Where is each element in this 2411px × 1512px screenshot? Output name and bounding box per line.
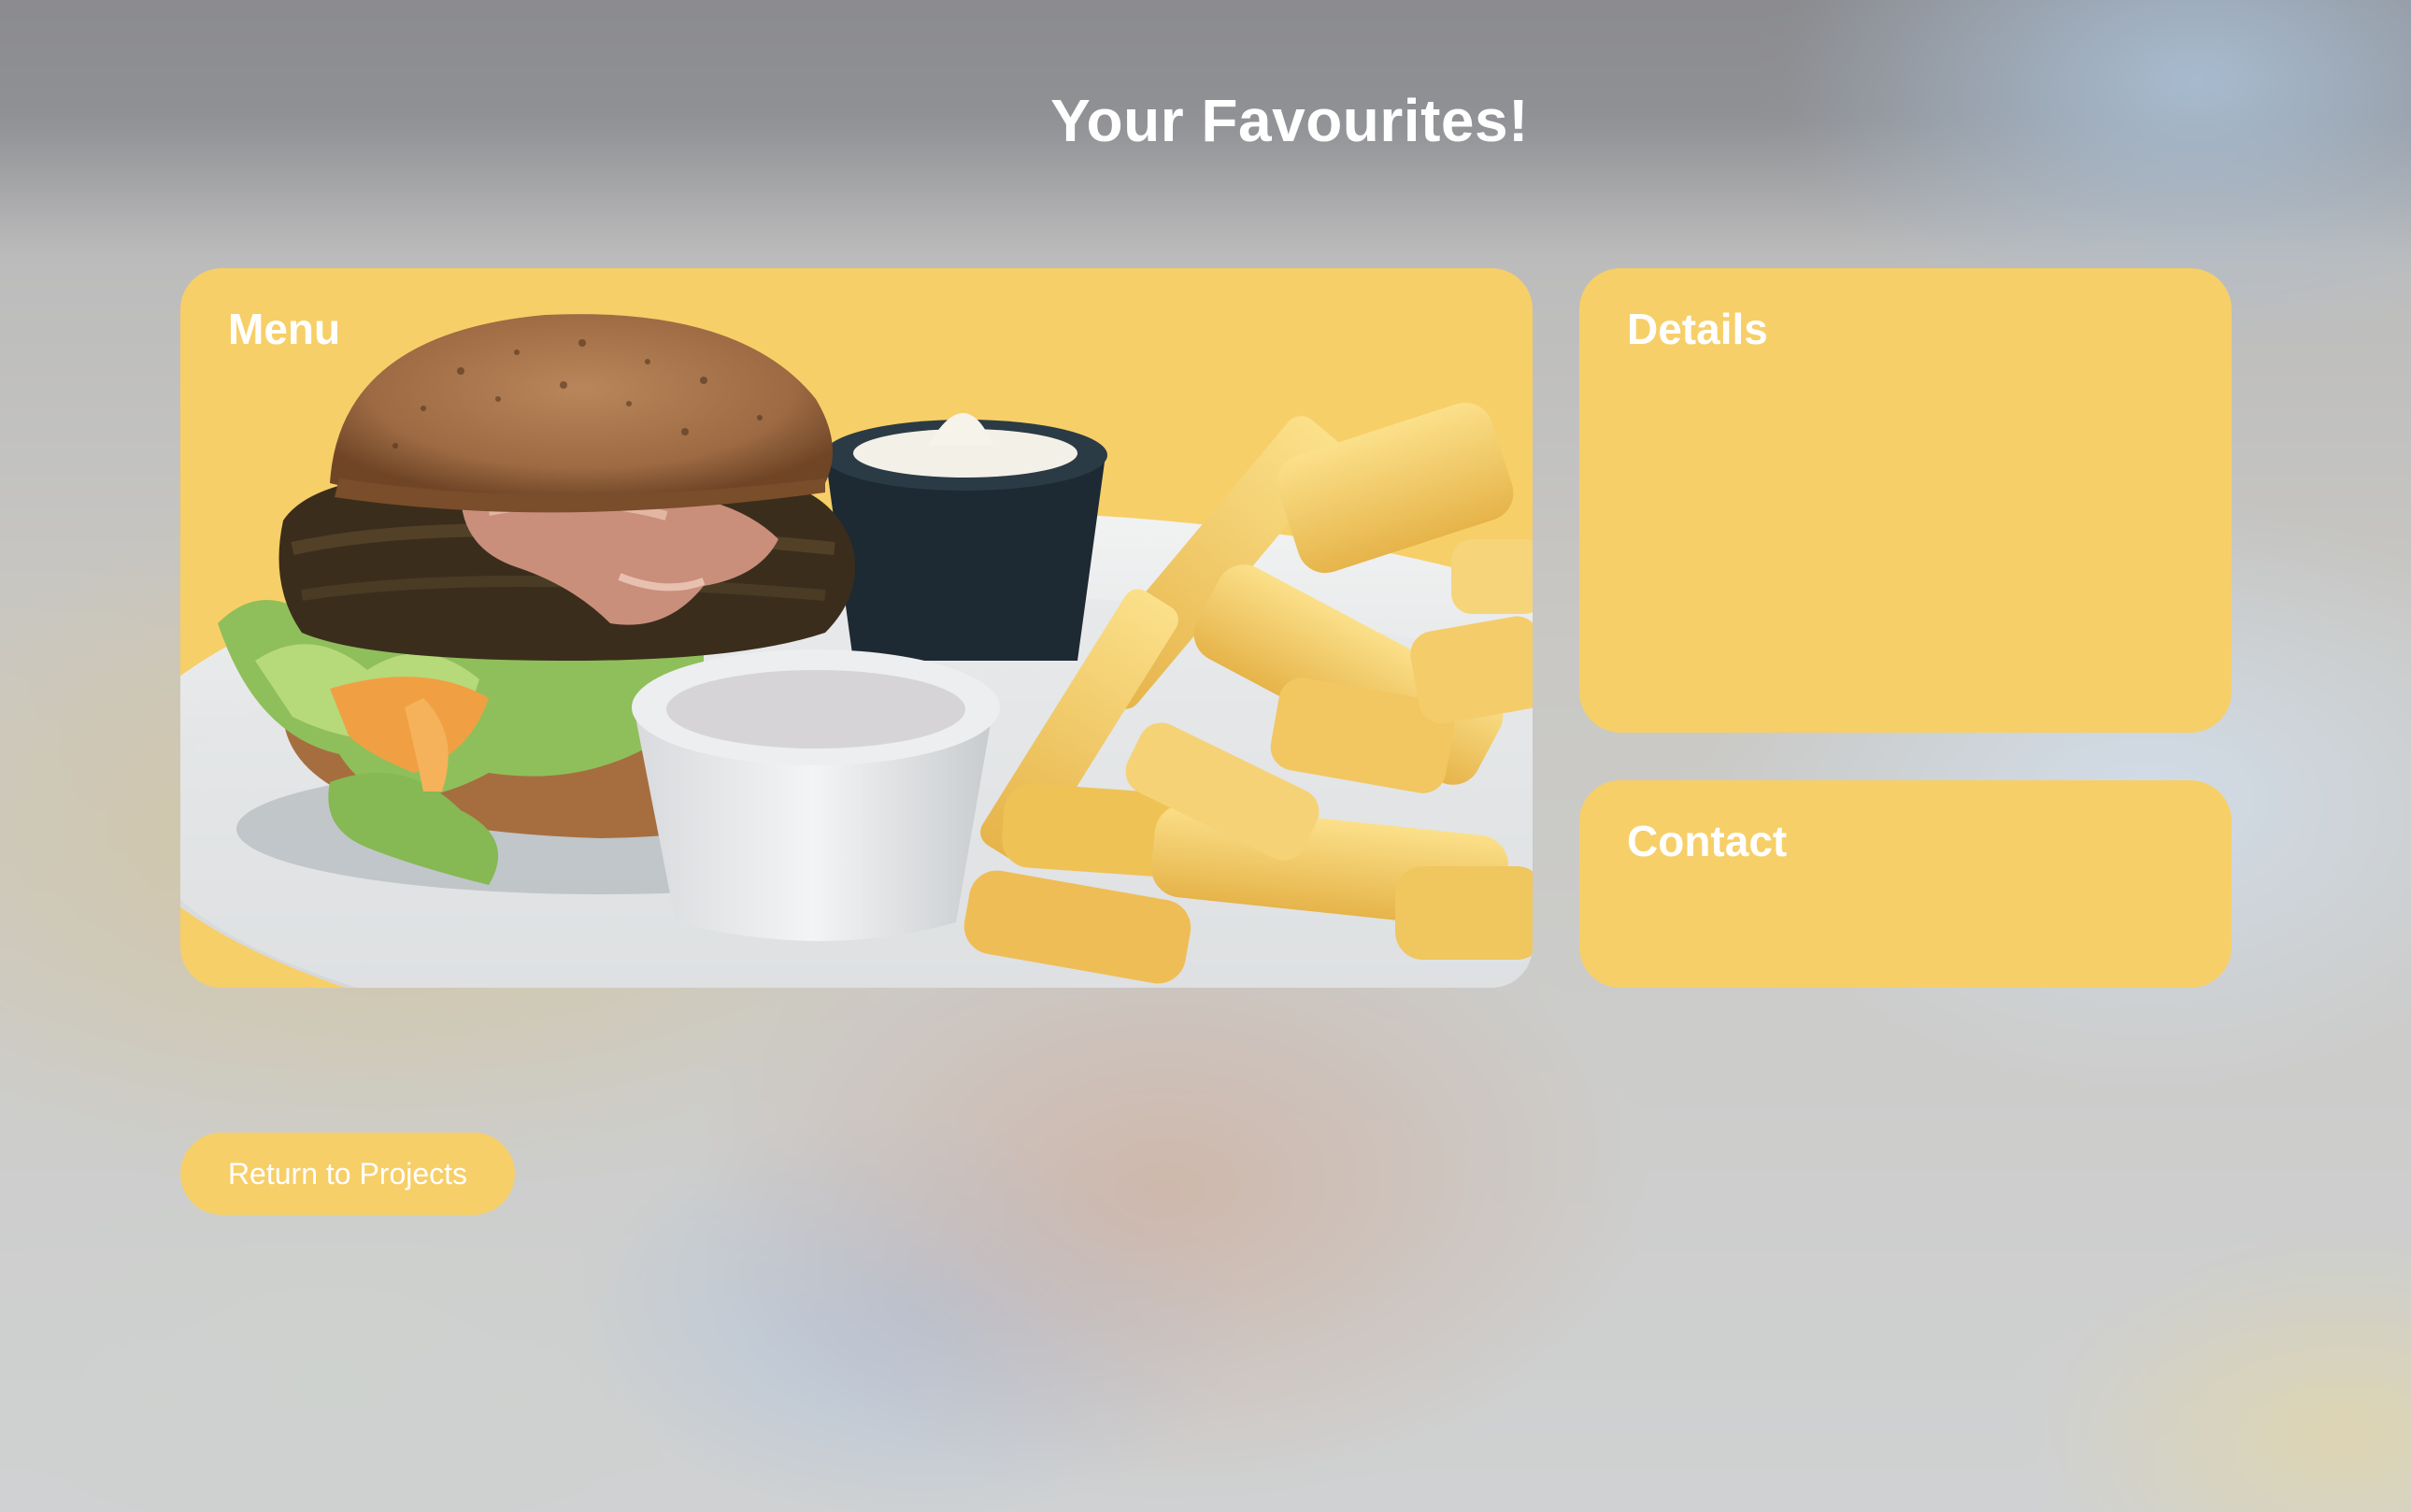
details-card-label: Details <box>1627 305 1768 353</box>
menu-card[interactable]: Menu <box>180 268 1533 988</box>
contact-card[interactable]: Contact <box>1579 780 2232 988</box>
page-title: Your Favourites! <box>1050 87 1529 154</box>
menu-card-label: Menu <box>228 305 341 353</box>
contact-card-label: Contact <box>1627 817 1788 865</box>
burger-and-fries-photo <box>180 314 1533 988</box>
return-to-projects-button[interactable]: Return to Projects <box>180 1133 515 1215</box>
details-card[interactable]: Details <box>1579 268 2232 733</box>
page: Your Favourites! Menu Details Contact Re… <box>0 0 2411 1512</box>
